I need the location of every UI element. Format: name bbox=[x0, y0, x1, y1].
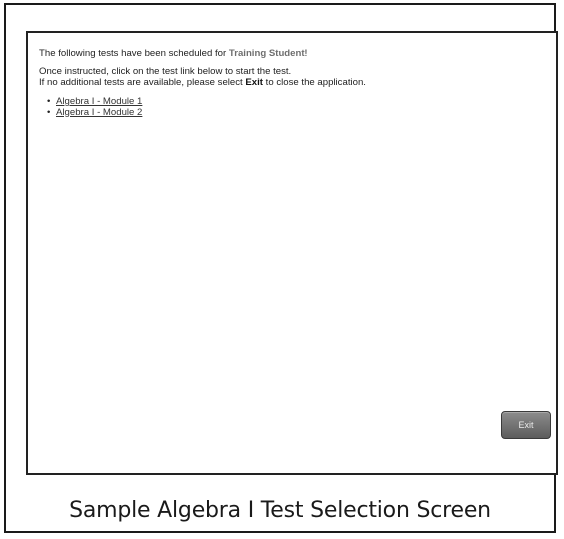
student-name: Training Student bbox=[228, 48, 305, 59]
instruction-exit-word: Exit bbox=[245, 77, 264, 88]
instruction-line-2-suffix: to close the application. bbox=[263, 77, 366, 88]
test-selection-screen: The following tests have been scheduled … bbox=[26, 31, 558, 475]
intro-suffix: ! bbox=[304, 48, 308, 59]
test-link-algebra-module-1[interactable]: Algebra I - Module 1 bbox=[56, 96, 142, 107]
list-item: • Algebra I - Module 2 bbox=[47, 106, 546, 119]
instruction-line-2: If no additional tests are available, pl… bbox=[39, 77, 546, 88]
bullet-icon: • bbox=[47, 106, 51, 118]
intro-prefix: The following tests have been scheduled … bbox=[39, 48, 229, 59]
bullet-icon: • bbox=[47, 96, 51, 107]
test-link-algebra-module-2[interactable]: Algebra I - Module 2 bbox=[56, 107, 142, 118]
test-list: • Algebra I - Module 1 • Algebra I - Modul… bbox=[39, 96, 546, 119]
instruction-line-1: Once instructed, click on the test link … bbox=[39, 66, 292, 77]
instruction-line-2-prefix: If no additional tests are available, pl… bbox=[39, 77, 246, 88]
outer-frame: The following tests have been scheduled … bbox=[4, 3, 558, 533]
screen-content: The following tests have been scheduled … bbox=[39, 48, 546, 118]
image-caption: Sample Algebra I Test Selection Screen bbox=[69, 498, 491, 523]
intro-message: The following tests have been scheduled … bbox=[39, 48, 546, 59]
exit-button[interactable]: Exit bbox=[501, 411, 551, 439]
